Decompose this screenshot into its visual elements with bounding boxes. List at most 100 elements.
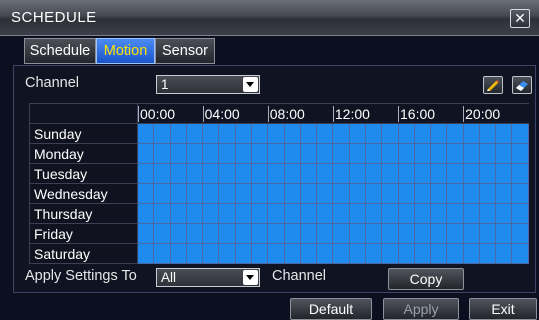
schedule-cell[interactable] bbox=[348, 243, 366, 264]
schedule-cell[interactable] bbox=[478, 243, 497, 264]
schedule-cell[interactable] bbox=[430, 223, 448, 244]
schedule-cell[interactable] bbox=[250, 163, 269, 184]
schedule-cell[interactable] bbox=[413, 223, 432, 244]
schedule-cell[interactable] bbox=[364, 123, 383, 144]
schedule-cell[interactable] bbox=[413, 183, 432, 204]
schedule-cell[interactable] bbox=[413, 203, 432, 224]
schedule-cell[interactable] bbox=[185, 243, 204, 264]
schedule-cell[interactable] bbox=[169, 143, 187, 164]
tab-motion[interactable]: Motion bbox=[96, 38, 155, 64]
schedule-cell[interactable] bbox=[250, 183, 269, 204]
schedule-cell[interactable] bbox=[218, 163, 236, 184]
schedule-cell[interactable] bbox=[234, 243, 252, 264]
schedule-cell[interactable] bbox=[446, 143, 464, 164]
schedule-cell[interactable] bbox=[234, 223, 252, 244]
schedule-cell[interactable] bbox=[283, 123, 301, 144]
schedule-cell[interactable] bbox=[413, 143, 432, 164]
schedule-cell[interactable] bbox=[348, 143, 366, 164]
schedule-cell[interactable] bbox=[267, 203, 285, 224]
schedule-cell[interactable] bbox=[430, 123, 448, 144]
schedule-cell[interactable] bbox=[446, 163, 464, 184]
schedule-cell[interactable] bbox=[462, 163, 480, 184]
schedule-cell[interactable] bbox=[430, 243, 448, 264]
schedule-cell[interactable] bbox=[364, 243, 383, 264]
schedule-cell[interactable] bbox=[153, 223, 171, 244]
schedule-cell[interactable] bbox=[397, 123, 415, 144]
schedule-cell[interactable] bbox=[169, 163, 187, 184]
schedule-cell[interactable] bbox=[495, 223, 513, 244]
schedule-cell[interactable] bbox=[478, 223, 497, 244]
schedule-cell[interactable] bbox=[430, 143, 448, 164]
schedule-cell[interactable] bbox=[185, 203, 204, 224]
schedule-cell[interactable] bbox=[332, 243, 350, 264]
schedule-cell[interactable] bbox=[446, 203, 464, 224]
schedule-cell[interactable] bbox=[299, 183, 318, 204]
schedule-cell[interactable] bbox=[446, 243, 464, 264]
schedule-cell[interactable] bbox=[299, 243, 318, 264]
schedule-cell[interactable] bbox=[332, 183, 350, 204]
schedule-cell[interactable] bbox=[495, 243, 513, 264]
schedule-cell[interactable] bbox=[364, 163, 383, 184]
schedule-cell[interactable] bbox=[283, 243, 301, 264]
schedule-cell[interactable] bbox=[495, 143, 513, 164]
schedule-cell[interactable] bbox=[462, 243, 480, 264]
schedule-cell[interactable] bbox=[218, 223, 236, 244]
schedule-cell[interactable] bbox=[381, 223, 399, 244]
schedule-cell[interactable] bbox=[250, 123, 269, 144]
schedule-cell[interactable] bbox=[316, 243, 334, 264]
schedule-cell[interactable] bbox=[136, 163, 155, 184]
schedule-cell[interactable] bbox=[316, 163, 334, 184]
schedule-cell[interactable] bbox=[283, 183, 301, 204]
schedule-cell[interactable] bbox=[267, 163, 285, 184]
schedule-cell[interactable] bbox=[462, 123, 480, 144]
schedule-cell[interactable] bbox=[250, 223, 269, 244]
schedule-cell[interactable] bbox=[495, 123, 513, 144]
schedule-cell[interactable] bbox=[185, 183, 204, 204]
apply-button[interactable]: Apply bbox=[383, 298, 459, 320]
schedule-cell[interactable] bbox=[381, 143, 399, 164]
default-button[interactable]: Default bbox=[290, 298, 372, 320]
schedule-cell[interactable] bbox=[397, 183, 415, 204]
schedule-cell[interactable] bbox=[185, 143, 204, 164]
schedule-cell[interactable] bbox=[364, 143, 383, 164]
exit-button[interactable]: Exit bbox=[469, 298, 537, 320]
schedule-cell[interactable] bbox=[202, 203, 220, 224]
schedule-cell[interactable] bbox=[430, 203, 448, 224]
schedule-cell[interactable] bbox=[169, 223, 187, 244]
schedule-cell[interactable] bbox=[430, 183, 448, 204]
schedule-cell[interactable] bbox=[478, 183, 497, 204]
schedule-cell[interactable] bbox=[185, 223, 204, 244]
schedule-cell[interactable] bbox=[462, 203, 480, 224]
schedule-cell[interactable] bbox=[446, 183, 464, 204]
schedule-cell[interactable] bbox=[267, 183, 285, 204]
schedule-cell[interactable] bbox=[381, 243, 399, 264]
channel-select[interactable]: 1 bbox=[156, 75, 260, 94]
schedule-cell[interactable] bbox=[136, 243, 155, 264]
schedule-cell[interactable] bbox=[397, 203, 415, 224]
schedule-cell[interactable] bbox=[446, 123, 464, 144]
schedule-cell[interactable] bbox=[234, 183, 252, 204]
schedule-cell[interactable] bbox=[511, 163, 529, 184]
schedule-cell[interactable] bbox=[283, 143, 301, 164]
schedule-cell[interactable] bbox=[185, 123, 204, 144]
schedule-cell[interactable] bbox=[299, 143, 318, 164]
schedule-cell[interactable] bbox=[218, 143, 236, 164]
schedule-cell[interactable] bbox=[218, 123, 236, 144]
schedule-cell[interactable] bbox=[202, 243, 220, 264]
schedule-cell[interactable] bbox=[397, 163, 415, 184]
schedule-cell[interactable] bbox=[348, 123, 366, 144]
schedule-cell[interactable] bbox=[397, 223, 415, 244]
schedule-cell[interactable] bbox=[332, 203, 350, 224]
schedule-cell[interactable] bbox=[202, 143, 220, 164]
schedule-cell[interactable] bbox=[478, 163, 497, 184]
schedule-cell[interactable] bbox=[511, 203, 529, 224]
schedule-cell[interactable] bbox=[250, 143, 269, 164]
schedule-cell[interactable] bbox=[169, 203, 187, 224]
schedule-cell[interactable] bbox=[381, 183, 399, 204]
edit-button[interactable] bbox=[483, 76, 503, 94]
schedule-cell[interactable] bbox=[511, 123, 529, 144]
schedule-cell[interactable] bbox=[169, 243, 187, 264]
schedule-cell[interactable] bbox=[364, 183, 383, 204]
close-button[interactable]: ✕ bbox=[510, 9, 530, 28]
schedule-cell[interactable] bbox=[234, 163, 252, 184]
